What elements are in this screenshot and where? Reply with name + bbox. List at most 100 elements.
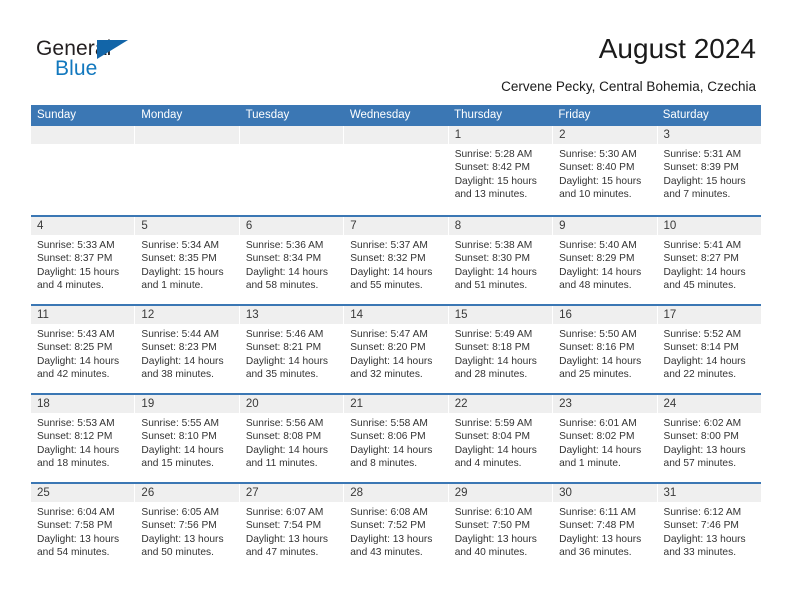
daylight-text: Daylight: 14 hours: [245, 266, 328, 278]
page-title: August 2024: [598, 33, 756, 64]
sunrise-text: Sunrise: 5:40 AM: [559, 240, 637, 251]
calendar-day-cell[interactable]: 5 Sunrise: 5:34 AM Sunset: 8:35 PM Daylight…: [135, 217, 240, 304]
sunset-text: Sunset: 8:16 PM: [559, 342, 635, 354]
calendar-day-cell[interactable]: 18 Sunrise: 5:53 AM Sunset: 8:12 PM Dayligh…: [31, 395, 136, 482]
day-number: 7: [344, 217, 448, 235]
calendar-day-cell[interactable]: 12 Sunrise: 5:44 AM Sunset: 8:23 PM Dayligh…: [135, 306, 240, 393]
daylight-text: and 4 minutes.: [37, 279, 104, 291]
weekday-header-thursday: Thursday: [454, 109, 503, 121]
calendar-day-cell[interactable]: 8 Sunrise: 5:38 AM Sunset: 8:30 PM Daylight…: [448, 217, 554, 304]
calendar-day-cell[interactable]: 7 Sunrise: 5:37 AM Sunset: 8:32 PM Daylight…: [344, 217, 449, 304]
calendar-day-cell[interactable]: 3 Sunrise: 5:31 AM Sunset: 8:39 PM Daylight…: [657, 126, 761, 215]
sunrise-text: Sunrise: 5:30 AM: [559, 149, 637, 160]
daylight-text: Daylight: 14 hours: [559, 266, 642, 278]
daylight-text: and 7 minutes.: [663, 188, 731, 200]
calendar-weeks: 1 Sunrise: 5:28 AM Sunset: 8:42 PM Daylight…: [31, 126, 761, 571]
day-number: 30: [553, 484, 657, 502]
sunrise-text: Sunrise: 6:04 AM: [37, 507, 115, 518]
calendar-day-cell[interactable]: 30 Sunrise: 6:11 AM Sunset: 7:48 PM Dayligh…: [553, 484, 658, 571]
daylight-text: Daylight: 14 hours: [350, 444, 433, 456]
calendar-day-cell[interactable]: 28 Sunrise: 6:08 AM Sunset: 7:52 PM Dayligh…: [344, 484, 449, 571]
calendar-grid: Sunday Monday Tuesday Wednesday Thursday…: [31, 105, 761, 571]
day-number: 31: [657, 484, 761, 502]
day-number: [31, 126, 135, 144]
sunrise-text: Sunrise: 5:55 AM: [141, 418, 220, 429]
calendar-day-cell[interactable]: 10 Sunrise: 5:41 AM Sunset: 8:27 PM Dayligh…: [657, 217, 761, 304]
daylight-text: Daylight: 13 hours: [141, 533, 224, 545]
sunrise-text: Sunrise: 6:08 AM: [350, 507, 428, 518]
day-details: Sunrise: 5:28 AM Sunset: 8:42 PM Daylight:…: [449, 144, 552, 201]
sunset-text: Sunset: 8:10 PM: [141, 431, 217, 443]
general-blue-logo[interactable]: General Blue: [36, 38, 156, 84]
day-details: Sunrise: 5:59 AM Sunset: 8:04 PM Daylight:…: [449, 413, 552, 470]
calendar-day-cell[interactable]: 9 Sunrise: 5:40 AM Sunset: 8:29 PM Daylight…: [553, 217, 658, 304]
daylight-text: Daylight: 15 hours: [559, 175, 642, 187]
day-details: Sunrise: 5:33 AM Sunset: 8:37 PM Daylight:…: [31, 235, 134, 292]
day-number: 16: [553, 306, 657, 324]
sunset-text: Sunset: 8:35 PM: [141, 253, 217, 265]
calendar-week-row: 4 Sunrise: 5:33 AM Sunset: 8:37 PM Daylight…: [31, 215, 761, 304]
daylight-text: and 33 minutes.: [663, 546, 737, 558]
calendar-day-cell[interactable]: 6 Sunrise: 5:36 AM Sunset: 8:34 PM Daylight…: [239, 217, 345, 304]
daylight-text: and 50 minutes.: [141, 546, 214, 558]
day-number: 13: [239, 306, 344, 324]
sunset-text: Sunset: 8:21 PM: [245, 342, 322, 354]
sunrise-text: Sunrise: 5:37 AM: [350, 240, 428, 251]
day-details: Sunrise: 5:56 AM Sunset: 8:08 PM Daylight:…: [240, 413, 343, 470]
calendar-day-cell[interactable]: 29 Sunrise: 6:10 AM Sunset: 7:50 PM Dayligh…: [448, 484, 554, 571]
day-number: [135, 126, 239, 144]
daylight-text: Daylight: 14 hours: [559, 444, 642, 456]
calendar-day-cell[interactable]: 11 Sunrise: 5:43 AM Sunset: 8:25 PM Dayligh…: [31, 306, 136, 393]
daylight-text: and 1 minute.: [141, 279, 204, 291]
sunset-text: Sunset: 8:29 PM: [559, 253, 635, 265]
calendar-day-cell[interactable]: 21 Sunrise: 5:58 AM Sunset: 8:06 PM Dayligh…: [344, 395, 449, 482]
weekday-header-sunday: Sunday: [37, 109, 77, 121]
sunset-text: Sunset: 8:00 PM: [663, 431, 739, 443]
calendar-day-cell[interactable]: 14 Sunrise: 5:47 AM Sunset: 8:20 PM Dayligh…: [344, 306, 449, 393]
day-number: [239, 126, 344, 144]
weekday-header-monday: Monday: [141, 109, 183, 121]
calendar-day-cell[interactable]: 20 Sunrise: 5:56 AM Sunset: 8:08 PM Dayligh…: [239, 395, 345, 482]
daylight-text: Daylight: 14 hours: [454, 266, 537, 278]
calendar-day-cell[interactable]: 26 Sunrise: 6:05 AM Sunset: 7:56 PM Dayligh…: [135, 484, 240, 571]
daylight-text: Daylight: 13 hours: [454, 533, 537, 545]
day-number: 11: [31, 306, 135, 324]
calendar-day-cell[interactable]: 25 Sunrise: 6:04 AM Sunset: 7:58 PM Dayligh…: [31, 484, 136, 571]
daylight-text: and 28 minutes.: [454, 368, 528, 380]
daylight-text: Daylight: 14 hours: [245, 355, 328, 367]
sunset-text: Sunset: 8:30 PM: [454, 253, 531, 265]
calendar-day-cell[interactable]: 16 Sunrise: 5:50 AM Sunset: 8:16 PM Dayligh…: [553, 306, 658, 393]
calendar-day-cell[interactable]: 22 Sunrise: 5:59 AM Sunset: 8:04 PM Dayligh…: [448, 395, 554, 482]
calendar-day-cell[interactable]: 31 Sunrise: 6:12 AM Sunset: 7:46 PM Dayligh…: [657, 484, 761, 571]
sunrise-text: Sunrise: 5:31 AM: [663, 149, 742, 160]
daylight-text: Daylight: 13 hours: [245, 533, 328, 545]
calendar-day-cell[interactable]: 17 Sunrise: 5:52 AM Sunset: 8:14 PM Dayligh…: [657, 306, 761, 393]
sunset-text: Sunset: 8:23 PM: [141, 342, 217, 354]
calendar-day-cell-empty: [135, 126, 240, 215]
daylight-text: and 42 minutes.: [37, 368, 110, 380]
day-number: 5: [135, 217, 239, 235]
calendar-day-cell[interactable]: 2 Sunrise: 5:30 AM Sunset: 8:40 PM Daylight…: [553, 126, 658, 215]
calendar-day-cell[interactable]: 13 Sunrise: 5:46 AM Sunset: 8:21 PM Dayligh…: [239, 306, 345, 393]
calendar-day-cell-empty: [239, 126, 345, 215]
day-details: Sunrise: 5:50 AM Sunset: 8:16 PM Daylight:…: [553, 324, 656, 381]
daylight-text: Daylight: 15 hours: [141, 266, 224, 278]
day-details: Sunrise: 5:40 AM Sunset: 8:29 PM Daylight:…: [553, 235, 656, 292]
calendar-day-cell[interactable]: 23 Sunrise: 6:01 AM Sunset: 8:02 PM Dayligh…: [553, 395, 658, 482]
calendar-day-cell[interactable]: 19 Sunrise: 5:55 AM Sunset: 8:10 PM Dayligh…: [135, 395, 240, 482]
sunrise-text: Sunrise: 6:07 AM: [245, 507, 324, 518]
day-details: Sunrise: 5:43 AM Sunset: 8:25 PM Daylight:…: [31, 324, 134, 381]
calendar-day-cell[interactable]: 27 Sunrise: 6:07 AM Sunset: 7:54 PM Dayligh…: [239, 484, 345, 571]
daylight-text: and 4 minutes.: [454, 457, 522, 469]
weekday-header-saturday: Saturday: [662, 109, 709, 121]
day-number: [344, 126, 448, 144]
day-details: Sunrise: 6:02 AM Sunset: 8:00 PM Daylight:…: [658, 413, 761, 470]
sunrise-text: Sunrise: 5:41 AM: [663, 240, 742, 251]
sunrise-text: Sunrise: 5:36 AM: [245, 240, 324, 251]
calendar-day-cell[interactable]: 15 Sunrise: 5:49 AM Sunset: 8:18 PM Dayligh…: [448, 306, 554, 393]
calendar-day-cell[interactable]: 4 Sunrise: 5:33 AM Sunset: 8:37 PM Daylight…: [31, 217, 136, 304]
triangle-icon: [97, 40, 128, 59]
calendar-day-cell[interactable]: 24 Sunrise: 6:02 AM Sunset: 8:00 PM Dayligh…: [657, 395, 761, 482]
calendar-day-cell[interactable]: 1 Sunrise: 5:28 AM Sunset: 8:42 PM Daylight…: [448, 126, 554, 215]
daylight-text: and 32 minutes.: [350, 368, 423, 380]
